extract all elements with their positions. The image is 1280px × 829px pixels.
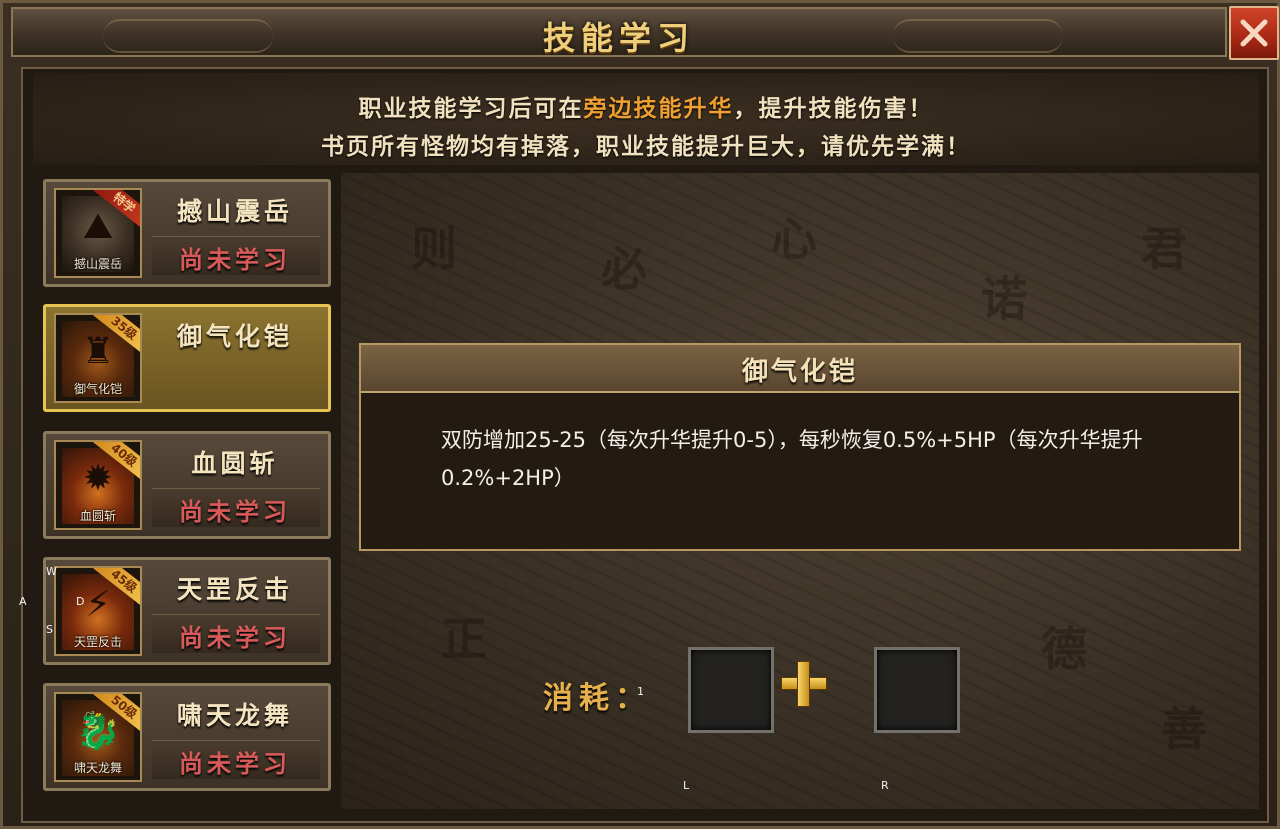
skill-item-xueyuan[interactable]: ✹ 40级 血圆斩 血圆斩 尚未学习	[43, 431, 331, 539]
key-hint-a: A	[19, 595, 27, 608]
close-button[interactable]	[1229, 6, 1279, 60]
background-calligraphy: 德	[1041, 622, 1087, 676]
skill-name: 御气化铠	[176, 322, 293, 351]
skill-detail-header: 御气化铠	[361, 345, 1239, 393]
notice-line-1: 职业技能学习后可在旁边技能升华，提升技能伤害！	[33, 89, 1259, 123]
skill-detail-description: 双防增加25-25（每次升华提升0-5），每秒恢复0.5%+5HP（每次升华提升…	[441, 428, 1143, 490]
notice-banner: 职业技能学习后可在旁边技能升华，提升技能伤害！ 书页所有怪物均有掉落，职业技能提…	[33, 73, 1259, 165]
background-calligraphy: 善	[1161, 702, 1207, 756]
skill-name: 啸天龙舞	[176, 701, 293, 730]
skill-icon-caption: 天罡反击	[73, 635, 122, 649]
slot-right-hint: R	[881, 779, 889, 792]
skill-item-yuqi[interactable]: ♜ 35级 御气化铠 御气化铠	[43, 304, 331, 412]
background-calligraphy: 诺	[981, 272, 1027, 326]
skill-status: 尚未学习	[179, 497, 291, 526]
content-area: 职业技能学习后可在旁边技能升华，提升技能伤害！ 书页所有怪物均有掉落，职业技能提…	[21, 67, 1269, 823]
skill-item-hanshan[interactable]: ⛰ 特学 撼山震岳 撼山震岳 尚未学习	[43, 179, 331, 287]
skill-icon-frame: 🐉 50级 啸天龙舞	[54, 692, 142, 782]
skill-icon-frame: ⚡ 45级 天罡反击	[54, 566, 142, 656]
skill-icon-caption: 啸天龙舞	[73, 761, 122, 775]
skill-learning-window: 技能学习 职业技能学习后可在旁边技能升华，提升技能伤害！ 书页所有怪物均有掉落，…	[0, 0, 1280, 829]
title-bar: 技能学习	[11, 7, 1227, 57]
skill-icon-frame: ⛰ 特学 撼山震岳	[54, 188, 142, 278]
background-calligraphy: 心	[771, 212, 817, 266]
close-x-icon	[1240, 19, 1268, 47]
skill-item-xiaotian[interactable]: 🐉 50级 啸天龙舞 啸天龙舞 尚未学习	[43, 683, 331, 791]
skill-icon-caption: 御气化铠	[73, 382, 122, 396]
skill-item-tiangang[interactable]: ⚡ 45级 天罡反击 天罡反击 尚未学习	[43, 557, 331, 665]
cost-slot-left[interactable]	[688, 647, 774, 733]
plus-icon	[781, 661, 827, 707]
skill-icon-frame: ✹ 40级 血圆斩	[54, 440, 142, 530]
skill-icon-caption: 撼山震岳	[73, 257, 122, 271]
skill-icon-frame: ♜ 35级 御气化铠	[54, 313, 142, 403]
skill-status: 尚未学习	[179, 623, 291, 652]
slot-count-hint: 1	[637, 685, 644, 698]
skill-detail-area: 则 必 心 诺 君 德 善 正 御气化铠 双防增加25-25（每次升华提升0-5…	[341, 173, 1259, 809]
skill-name: 撼山震岳	[176, 197, 293, 226]
skill-icon-caption: 血圆斩	[79, 509, 116, 523]
skill-detail-panel: 御气化铠 双防增加25-25（每次升华提升0-5），每秒恢复0.5%+5HP（每…	[359, 343, 1241, 551]
key-hint-w: W	[46, 565, 57, 578]
skill-name: 天罡反击	[176, 575, 293, 604]
skill-status: 尚未学习	[179, 749, 291, 778]
background-calligraphy: 则	[411, 222, 457, 276]
notice-line-1-suffix: ，提升技能伤害！	[733, 95, 934, 122]
skill-name: 血圆斩	[191, 449, 279, 478]
key-hint-s: S	[46, 623, 53, 636]
slot-left-hint: L	[683, 779, 690, 792]
skill-status: 尚未学习	[179, 245, 291, 274]
notice-line-2: 书页所有怪物均有掉落，职业技能提升巨大，请优先学满！	[321, 133, 971, 160]
background-calligraphy: 必	[601, 242, 647, 296]
cost-label: 消耗：	[543, 681, 651, 716]
background-calligraphy: 君	[1141, 222, 1187, 276]
notice-highlight: 旁边技能升华	[583, 95, 734, 122]
skill-list: ⛰ 特学 撼山震岳 撼山震岳 尚未学习 ♜ 35级 御气化铠 御气化铠 ✹ 40…	[35, 169, 333, 809]
key-hint-d: D	[76, 595, 85, 608]
cost-slot-right[interactable]	[874, 647, 960, 733]
window-title: 技能学习	[542, 19, 695, 57]
background-calligraphy: 正	[441, 612, 487, 666]
notice-line-1-prefix: 职业技能学习后可在	[358, 95, 584, 122]
skill-detail-title: 御气化铠	[741, 357, 858, 387]
